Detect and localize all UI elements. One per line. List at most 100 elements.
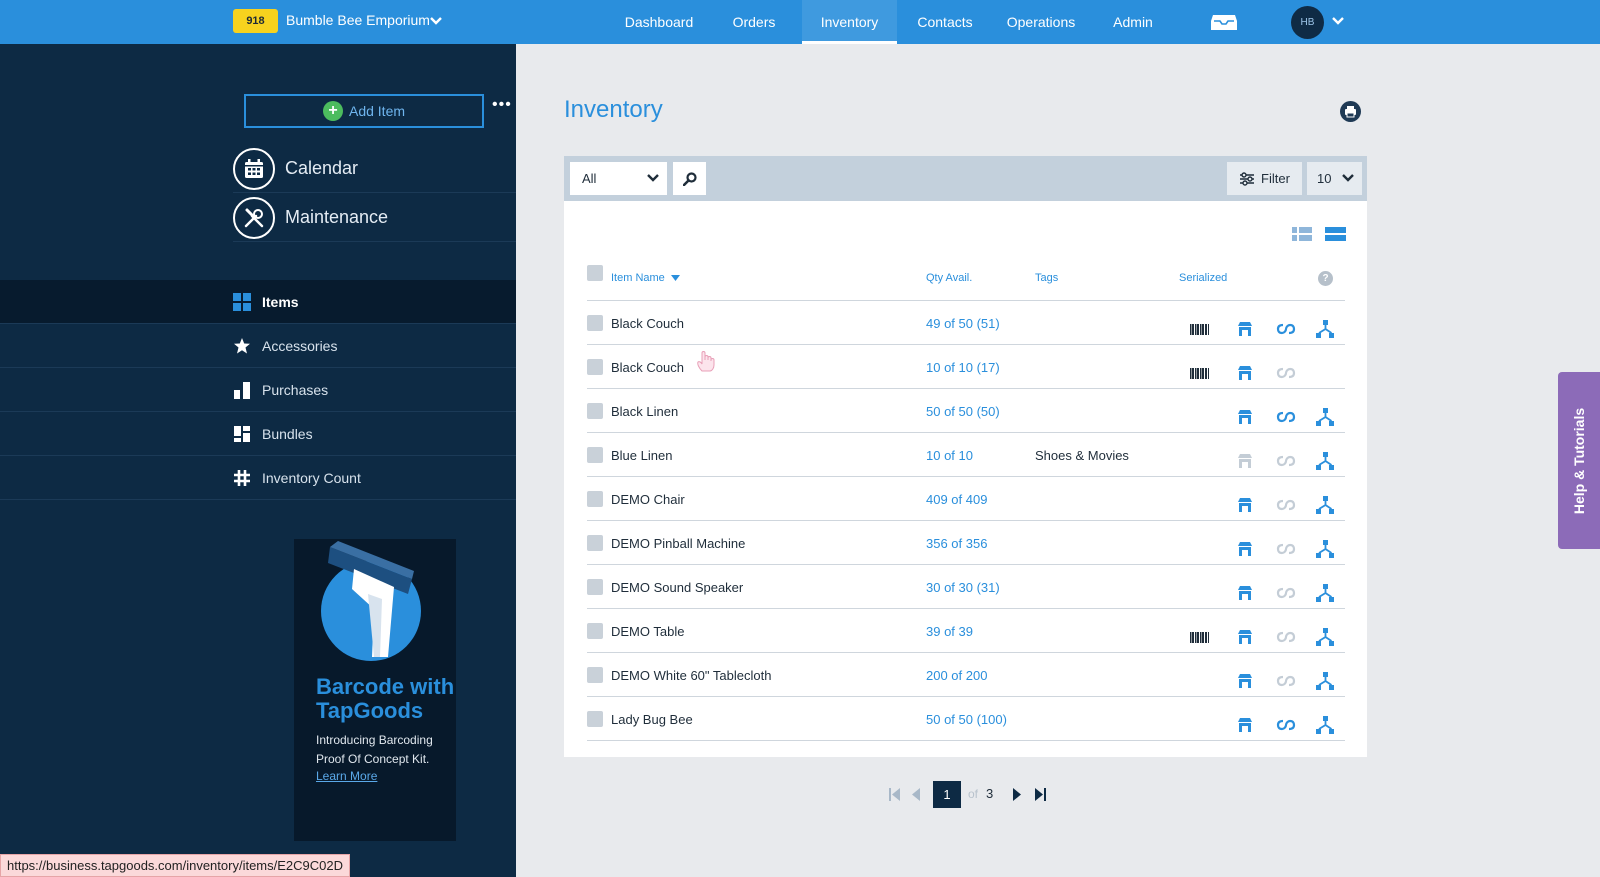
link-icon[interactable]	[1276, 719, 1296, 731]
link-icon[interactable]	[1276, 455, 1296, 467]
row-checkbox[interactable]	[587, 403, 603, 419]
column-header-item-name[interactable]: Item Name	[611, 272, 680, 284]
sidebar-link-calendar[interactable]: Calendar	[233, 145, 516, 193]
previous-page-icon[interactable]	[912, 788, 921, 801]
table-view-icon[interactable]	[1325, 227, 1346, 241]
sidebar-link-maintenance[interactable]: Maintenance	[233, 194, 516, 242]
current-page[interactable]: 1	[933, 781, 961, 808]
table-row[interactable]: DEMO Sound Speaker 30 of 30 (31)	[587, 565, 1345, 609]
item-qty[interactable]: 39 of 39	[926, 624, 973, 639]
table-row[interactable]: Black Linen 50 of 50 (50)	[587, 389, 1345, 433]
item-qty[interactable]: 10 of 10 (17)	[926, 360, 1000, 375]
sidebar-item-accessories[interactable]: Accessories	[0, 324, 516, 368]
select-all-checkbox[interactable]	[587, 265, 603, 281]
storefront-icon[interactable]	[1237, 321, 1253, 337]
filter-button[interactable]: Filter	[1227, 162, 1302, 195]
storefront-icon[interactable]	[1237, 497, 1253, 513]
item-qty[interactable]: 30 of 30 (31)	[926, 580, 1000, 595]
nav-contacts[interactable]: Contacts	[899, 0, 991, 44]
item-qty[interactable]: 49 of 50 (51)	[926, 316, 1000, 331]
table-row[interactable]: Black Couch 49 of 50 (51)	[587, 301, 1345, 345]
item-name[interactable]: DEMO Pinball Machine	[611, 536, 745, 551]
storefront-icon[interactable]	[1237, 453, 1253, 469]
list-view-icon[interactable]	[1292, 227, 1312, 241]
first-page-icon[interactable]	[889, 788, 901, 801]
column-header-qty[interactable]: Qty Avail.	[926, 272, 972, 284]
item-name[interactable]: DEMO White 60" Tablecloth	[611, 668, 771, 683]
link-icon[interactable]	[1276, 499, 1296, 511]
promo-learn-more-link[interactable]: Learn More	[316, 769, 377, 783]
item-name[interactable]: Black Couch	[611, 316, 684, 331]
per-page-select[interactable]: 10	[1307, 162, 1362, 195]
help-tutorials-tab[interactable]: Help & Tutorials	[1558, 372, 1600, 549]
company-name[interactable]: Bumble Bee Emporium	[286, 12, 430, 28]
print-icon[interactable]	[1340, 101, 1361, 122]
table-row[interactable]: DEMO Chair 409 of 409	[587, 477, 1345, 521]
hierarchy-icon[interactable]	[1316, 320, 1334, 338]
row-checkbox[interactable]	[587, 447, 603, 463]
link-icon[interactable]	[1276, 587, 1296, 599]
nav-inventory[interactable]: Inventory	[802, 0, 897, 44]
item-qty[interactable]: 50 of 50 (50)	[926, 404, 1000, 419]
nav-admin[interactable]: Admin	[1091, 0, 1175, 44]
row-checkbox[interactable]	[587, 491, 603, 507]
hierarchy-icon[interactable]	[1316, 496, 1334, 514]
chevron-down-icon[interactable]	[1330, 13, 1346, 29]
nav-orders[interactable]: Orders	[708, 0, 800, 44]
row-checkbox[interactable]	[587, 667, 603, 683]
table-row[interactable]: Lady Bug Bee 50 of 50 (100)	[587, 697, 1345, 741]
type-filter-select[interactable]: All	[570, 162, 667, 195]
search-button[interactable]	[673, 162, 706, 195]
item-qty[interactable]: 409 of 409	[926, 492, 987, 507]
sidebar-item-inventory-count[interactable]: Inventory Count	[0, 456, 516, 500]
storefront-icon[interactable]	[1237, 541, 1253, 557]
hierarchy-icon[interactable]	[1316, 628, 1334, 646]
help-icon[interactable]: ?	[1318, 271, 1333, 286]
hierarchy-icon[interactable]	[1316, 452, 1334, 470]
hierarchy-icon[interactable]	[1316, 672, 1334, 690]
link-icon[interactable]	[1276, 323, 1296, 335]
storefront-icon[interactable]	[1237, 717, 1253, 733]
item-name[interactable]: Lady Bug Bee	[611, 712, 693, 727]
column-header-tags[interactable]: Tags	[1035, 272, 1058, 284]
add-item-button[interactable]: + Add Item	[244, 94, 484, 128]
hierarchy-icon[interactable]	[1316, 408, 1334, 426]
total-pages[interactable]: 3	[986, 786, 993, 801]
hierarchy-icon[interactable]	[1316, 584, 1334, 602]
table-row[interactable]: DEMO White 60" Tablecloth 200 of 200	[587, 653, 1345, 697]
storefront-icon[interactable]	[1237, 629, 1253, 645]
last-page-icon[interactable]	[1034, 788, 1046, 801]
item-qty[interactable]: 50 of 50 (100)	[926, 712, 1007, 727]
storefront-icon[interactable]	[1237, 585, 1253, 601]
hierarchy-icon[interactable]	[1316, 716, 1334, 734]
sidebar-item-items[interactable]: Items	[0, 280, 516, 324]
item-qty[interactable]: 200 of 200	[926, 668, 987, 683]
storefront-icon[interactable]	[1237, 365, 1253, 381]
sidebar-item-purchases[interactable]: Purchases	[0, 368, 516, 412]
link-icon[interactable]	[1276, 631, 1296, 643]
link-icon[interactable]	[1276, 411, 1296, 423]
item-name[interactable]: DEMO Table	[611, 624, 684, 639]
table-row[interactable]: DEMO Pinball Machine 356 of 356	[587, 521, 1345, 565]
row-checkbox[interactable]	[587, 579, 603, 595]
item-qty[interactable]: 356 of 356	[926, 536, 987, 551]
more-options-icon[interactable]: •••	[492, 96, 512, 114]
sidebar-item-bundles[interactable]: Bundles	[0, 412, 516, 456]
row-checkbox[interactable]	[587, 359, 603, 375]
item-name[interactable]: DEMO Chair	[611, 492, 685, 507]
column-header-serialized[interactable]: Serialized	[1179, 272, 1227, 284]
item-name[interactable]: Blue Linen	[611, 448, 672, 463]
row-checkbox[interactable]	[587, 711, 603, 727]
chevron-down-icon[interactable]	[428, 13, 444, 29]
row-checkbox[interactable]	[587, 623, 603, 639]
item-qty[interactable]: 10 of 10	[926, 448, 973, 463]
account-badge[interactable]: 918	[233, 9, 278, 33]
nav-operations[interactable]: Operations	[993, 0, 1089, 44]
row-checkbox[interactable]	[587, 535, 603, 551]
storefront-icon[interactable]	[1237, 673, 1253, 689]
inbox-icon[interactable]	[1210, 12, 1238, 32]
nav-dashboard[interactable]: Dashboard	[612, 0, 706, 44]
table-row[interactable]: DEMO Table 39 of 39	[587, 609, 1345, 653]
link-icon[interactable]	[1276, 675, 1296, 687]
link-icon[interactable]	[1276, 543, 1296, 555]
